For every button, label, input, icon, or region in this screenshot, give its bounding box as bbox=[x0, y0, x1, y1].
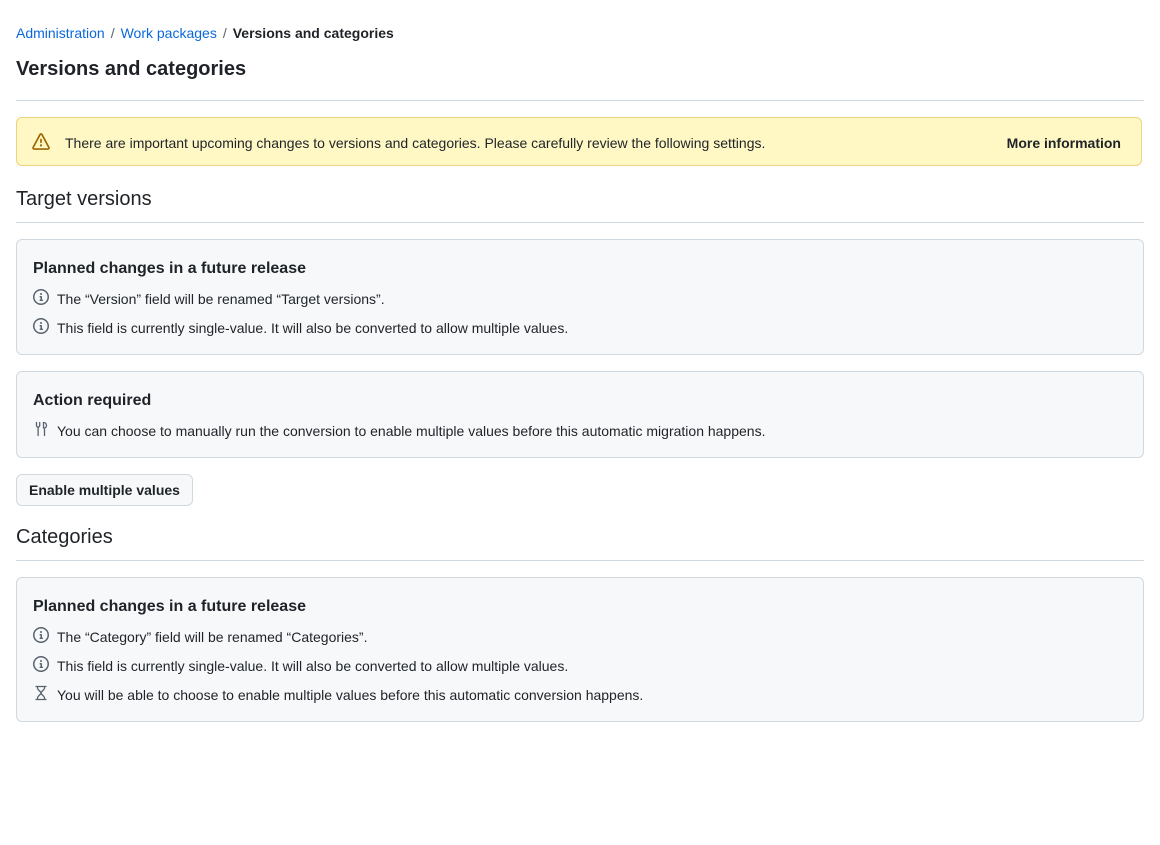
alert-icon bbox=[32, 133, 50, 150]
planned-changes-box-versions: Planned changes in a future release The … bbox=[16, 239, 1144, 355]
list-item-text: This field is currently single-value. It… bbox=[57, 320, 569, 336]
breadcrumb-separator: / bbox=[222, 25, 227, 41]
divider bbox=[16, 100, 1144, 101]
list-item-text: You will be able to choose to enable mul… bbox=[57, 687, 644, 703]
info-icon bbox=[33, 289, 49, 305]
planned-changes-box-categories: Planned changes in a future release The … bbox=[16, 577, 1144, 722]
section-title-target-versions: Target versions bbox=[16, 188, 152, 210]
list-item: The “Version” field will be renamed “Tar… bbox=[33, 289, 385, 308]
planned-changes-title: Planned changes in a future release bbox=[33, 260, 306, 277]
hourglass-icon bbox=[35, 685, 47, 701]
list-item: This field is currently single-value. It… bbox=[33, 656, 569, 675]
list-item: You will be able to choose to enable mul… bbox=[33, 685, 644, 704]
info-icon bbox=[33, 627, 49, 643]
list-item-text: You can choose to manually run the conve… bbox=[57, 423, 766, 439]
breadcrumb-link-work-packages[interactable]: Work packages bbox=[121, 25, 217, 41]
tools-icon bbox=[35, 421, 48, 437]
list-item: The “Category” field will be renamed “Ca… bbox=[33, 627, 368, 646]
section-title-categories: Categories bbox=[16, 526, 113, 548]
breadcrumb-separator: / bbox=[110, 25, 115, 41]
warning-message: There are important upcoming changes to … bbox=[65, 135, 766, 151]
more-information-button[interactable]: More information bbox=[1007, 134, 1121, 152]
list-item-text: This field is currently single-value. It… bbox=[57, 658, 569, 674]
info-icon bbox=[33, 656, 49, 672]
divider bbox=[16, 560, 1144, 561]
planned-changes-title: Planned changes in a future release bbox=[33, 598, 306, 615]
divider bbox=[16, 222, 1144, 223]
list-item: This field is currently single-value. It… bbox=[33, 318, 569, 337]
action-required-box: Action required You can choose to manual… bbox=[16, 371, 1144, 458]
action-required-title: Action required bbox=[33, 392, 152, 409]
page-title: Versions and categories bbox=[16, 58, 247, 80]
list-item: You can choose to manually run the conve… bbox=[33, 421, 766, 440]
warning-banner: There are important upcoming changes to … bbox=[16, 117, 1142, 166]
enable-multiple-values-button[interactable]: Enable multiple values bbox=[16, 474, 193, 506]
list-item-text: The “Version” field will be renamed “Tar… bbox=[57, 291, 385, 307]
breadcrumb-link-administration[interactable]: Administration bbox=[16, 25, 105, 41]
info-icon bbox=[33, 318, 49, 334]
list-item-text: The “Category” field will be renamed “Ca… bbox=[57, 629, 368, 645]
breadcrumb: Administration / Work packages / Versions an… bbox=[16, 24, 394, 42]
breadcrumb-current: Versions and categories bbox=[232, 25, 394, 41]
